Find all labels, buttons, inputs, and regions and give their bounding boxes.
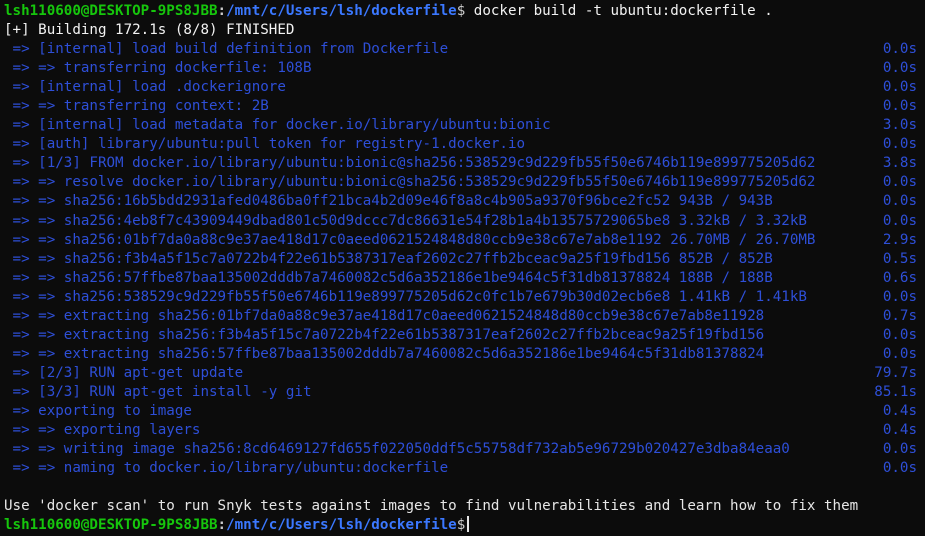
build-step-text: => [1/3] FROM docker.io/library/ubuntu:b… bbox=[4, 155, 816, 172]
build-step-time: 0.6s bbox=[882, 269, 917, 286]
build-step-row: => => resolve docker.io/library/ubuntu:b… bbox=[4, 173, 921, 192]
prompt-user-host: lsh110600@DESKTOP-9PS8JBB bbox=[4, 517, 218, 534]
build-step-time: 0.0s bbox=[882, 345, 917, 362]
build-step-row: => => exporting layers 0.4s bbox=[4, 421, 921, 440]
build-step-time: 0.0s bbox=[882, 60, 917, 77]
build-step-row: => [3/3] RUN apt-get install -y git 85.1s bbox=[4, 383, 921, 402]
build-step-row: => => sha256:f3b4a5f15c7a0722b4f22e61b53… bbox=[4, 250, 921, 269]
build-step-row: => [internal] load build definition from… bbox=[4, 40, 921, 59]
build-step-row: => => sha256:16b5bdd2931afed0486ba0ff21b… bbox=[4, 192, 921, 211]
build-step-text: => => naming to docker.io/library/ubuntu… bbox=[4, 460, 449, 477]
build-step-row: => => sha256:538529c9d229fb55f50e6746b11… bbox=[4, 288, 921, 307]
build-step-text: => => writing image sha256:8cd6469127fd6… bbox=[4, 441, 790, 458]
text-cursor[interactable] bbox=[467, 516, 469, 533]
build-step-time: 0.0s bbox=[882, 79, 917, 96]
build-step-text: => => sha256:538529c9d229fb55f50e6746b11… bbox=[4, 288, 807, 305]
build-step-row: => => writing image sha256:8cd6469127fd6… bbox=[4, 440, 921, 459]
build-step-text: => => extracting sha256:f3b4a5f15c7a0722… bbox=[4, 326, 765, 343]
build-step-text: => => sha256:57ffbe87baa135002dddb7a7460… bbox=[4, 269, 773, 286]
prompt-path: /mnt/c/Users/lsh/dockerfile bbox=[226, 3, 457, 19]
terminal-window[interactable]: lsh110600@DESKTOP-9PS8JBB:/mnt/c/Users/l… bbox=[0, 0, 925, 536]
build-step-row: => [2/3] RUN apt-get update 79.7s bbox=[4, 364, 921, 383]
build-step-time: 0.4s bbox=[882, 402, 917, 419]
build-step-text: => => transferring dockerfile: 108B bbox=[4, 60, 312, 77]
build-step-time: 0.4s bbox=[882, 422, 917, 439]
prompt-separator: : bbox=[217, 3, 227, 19]
build-step-row: => [auth] library/ubuntu:pull token for … bbox=[4, 135, 921, 154]
build-step-row: => => transferring context: 2B 0.0s bbox=[4, 97, 921, 116]
prompt-symbol: $ bbox=[456, 3, 466, 19]
build-step-time: 3.0s bbox=[882, 117, 917, 134]
build-step-text: => => extracting sha256:57ffbe87baa13500… bbox=[4, 345, 765, 362]
build-step-time: 0.0s bbox=[882, 98, 917, 115]
build-step-row: => => sha256:01bf7da0a88c9e37ae418d17c0a… bbox=[4, 231, 921, 250]
build-step-time: 0.7s bbox=[882, 307, 917, 324]
command-line: lsh110600@DESKTOP-9PS8JBB:/mnt/c/Users/l… bbox=[4, 2, 921, 21]
build-step-time: 0.0s bbox=[882, 441, 917, 458]
build-step-time: 79.7s bbox=[874, 364, 917, 381]
prompt-path: /mnt/c/Users/lsh/dockerfile bbox=[226, 517, 457, 534]
build-step-row: => => extracting sha256:f3b4a5f15c7a0722… bbox=[4, 326, 921, 345]
build-step-text: => => extracting sha256:01bf7da0a88c9e37… bbox=[4, 307, 765, 324]
build-step-row: => exporting to image 0.4s bbox=[4, 402, 921, 421]
build-step-text: => => transferring context: 2B bbox=[4, 98, 269, 115]
build-step-time: 0.5s bbox=[882, 250, 917, 267]
build-step-row: => => extracting sha256:01bf7da0a88c9e37… bbox=[4, 307, 921, 326]
prompt-user-host: lsh110600@DESKTOP-9PS8JBB bbox=[4, 3, 218, 19]
build-step-time: 0.0s bbox=[882, 288, 917, 305]
build-step-text: => [3/3] RUN apt-get install -y git bbox=[4, 383, 312, 400]
build-step-text: => => sha256:f3b4a5f15c7a0722b4f22e61b53… bbox=[4, 250, 773, 267]
build-steps: => [internal] load build definition from… bbox=[4, 40, 921, 478]
build-step-text: => [2/3] RUN apt-get update bbox=[4, 364, 244, 381]
build-step-time: 0.0s bbox=[882, 174, 917, 191]
build-step-text: => [internal] load build definition from… bbox=[4, 41, 449, 58]
build-step-row: => => transferring dockerfile: 108B 0.0s bbox=[4, 59, 921, 78]
build-step-row: => => sha256:4eb8f7c43909449dbad801c50d9… bbox=[4, 212, 921, 231]
build-step-text: => exporting to image bbox=[4, 402, 192, 419]
build-step-text: => [internal] load .dockerignore bbox=[4, 79, 286, 96]
build-step-time: 0.0s bbox=[882, 460, 917, 477]
build-step-row: => [internal] load .dockerignore 0.0s bbox=[4, 78, 921, 97]
build-step-text: => => sha256:16b5bdd2931afed0486ba0ff21b… bbox=[4, 193, 773, 210]
build-step-time: 0.0s bbox=[882, 41, 917, 58]
build-step-time: 85.1s bbox=[874, 383, 917, 400]
build-step-row: => => naming to docker.io/library/ubuntu… bbox=[4, 459, 921, 478]
build-step-time: 0.0s bbox=[882, 136, 917, 153]
build-step-row: => => extracting sha256:57ffbe87baa13500… bbox=[4, 345, 921, 364]
active-prompt-line[interactable]: lsh110600@DESKTOP-9PS8JBB:/mnt/c/Users/l… bbox=[4, 516, 921, 535]
build-step-text: => => exporting layers bbox=[4, 422, 201, 439]
build-step-time: 0.0s bbox=[882, 212, 917, 229]
command-text: docker build -t ubuntu:dockerfile . bbox=[465, 3, 773, 19]
build-step-time: 2.9s bbox=[882, 231, 917, 248]
build-step-time: 3.8s bbox=[882, 155, 917, 172]
docker-scan-notice: Use 'docker scan' to run Snyk tests agai… bbox=[4, 498, 859, 515]
build-step-time: 0.0s bbox=[882, 326, 917, 343]
build-step-row: => => sha256:57ffbe87baa135002dddb7a7460… bbox=[4, 269, 921, 288]
prompt-separator: : bbox=[217, 517, 227, 534]
build-step-text: => => sha256:4eb8f7c43909449dbad801c50d9… bbox=[4, 212, 807, 229]
build-step-text: => [auth] library/ubuntu:pull token for … bbox=[4, 136, 526, 153]
build-step-row: => [internal] load metadata for docker.i… bbox=[4, 116, 921, 135]
prompt-symbol: $ bbox=[456, 517, 466, 534]
build-step-text: => => sha256:01bf7da0a88c9e37ae418d17c0a… bbox=[4, 231, 816, 248]
build-step-time: 0.0s bbox=[882, 193, 917, 210]
build-step-row: => [1/3] FROM docker.io/library/ubuntu:b… bbox=[4, 154, 921, 173]
build-status: [+] Building 172.1s (8/8) FINISHED bbox=[4, 22, 295, 39]
build-step-text: => [internal] load metadata for docker.i… bbox=[4, 117, 551, 134]
build-step-text: => => resolve docker.io/library/ubuntu:b… bbox=[4, 174, 816, 191]
